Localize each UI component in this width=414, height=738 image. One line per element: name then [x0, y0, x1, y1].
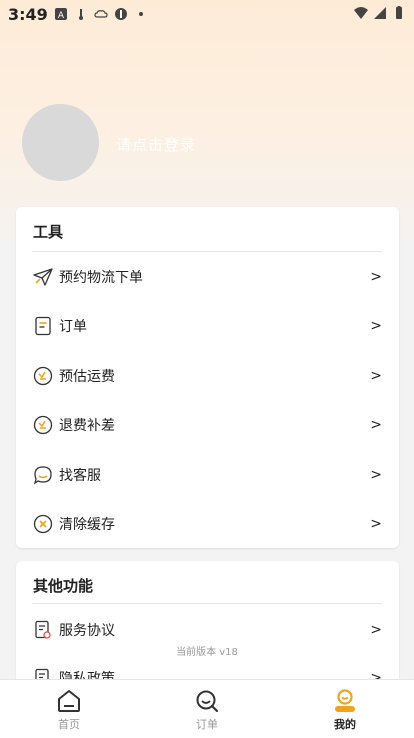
- signal-icon: [374, 7, 386, 19]
- tab-orders[interactable]: 订单: [167, 686, 247, 736]
- dot-icon: [139, 12, 143, 16]
- tab-label: 我的: [334, 718, 356, 731]
- status-bar: 3:49 A: [0, 0, 414, 30]
- chevron-right-icon: >: [370, 417, 382, 433]
- tool-item-label: 清除缓存: [59, 517, 115, 533]
- tab-mine[interactable]: 我的: [305, 686, 385, 736]
- chevron-right-icon: >: [370, 318, 382, 334]
- paper-plane-icon: [33, 268, 53, 286]
- chevron-right-icon: >: [370, 467, 382, 483]
- temperature-icon: [79, 9, 83, 20]
- tool-item-label: 订单: [59, 319, 87, 335]
- document-icon: [35, 316, 51, 336]
- tool-item-clear-cache[interactable]: 清除缓存 >: [16, 504, 399, 544]
- other-item-label: 服务协议: [59, 623, 115, 639]
- nfc-icon: [115, 8, 127, 20]
- bottom-tab-bar: 首页 订单 我的: [0, 679, 414, 738]
- avatar[interactable]: [22, 104, 99, 181]
- tool-item-refund[interactable]: 退费补差 >: [16, 405, 399, 445]
- version-text: 当前版本 v18: [176, 647, 238, 658]
- money-circle-icon: [33, 415, 53, 435]
- tool-item-book-logistics[interactable]: 预约物流下单 >: [16, 257, 399, 297]
- user-face-icon: [335, 689, 355, 712]
- tools-title: 工具: [33, 223, 64, 241]
- chat-bubble-icon: [33, 466, 52, 485]
- status-time: 3:49: [8, 5, 48, 24]
- svg-text:A: A: [58, 11, 65, 21]
- chevron-right-icon: >: [370, 622, 382, 638]
- divider: [33, 251, 382, 252]
- tool-item-estimate-freight[interactable]: 预估运费 >: [16, 356, 399, 396]
- weather-icon: [94, 10, 108, 18]
- tool-item-label: 预估运费: [59, 369, 115, 385]
- tool-item-customer-service[interactable]: 找客服 >: [16, 455, 399, 495]
- money-circle-icon: [33, 366, 53, 386]
- agreement-icon: [35, 620, 51, 639]
- search-orders-icon: [196, 690, 219, 713]
- home-icon: [58, 690, 80, 712]
- tool-item-label: 预约物流下单: [59, 270, 143, 286]
- battery-icon: [396, 6, 402, 19]
- tool-item-label: 退费补差: [59, 418, 115, 434]
- tab-label: 订单: [196, 718, 218, 731]
- chevron-right-icon: >: [370, 516, 382, 532]
- divider: [33, 603, 382, 604]
- tools-card: 工具 预约物流下单 > 订单 > 预估运费 > 退费补差 > 找客服 > 清除缓…: [16, 207, 399, 548]
- clear-circle-icon: [33, 514, 53, 534]
- tool-item-orders[interactable]: 订单 >: [16, 306, 399, 346]
- wifi-icon: [354, 7, 368, 19]
- tab-label: 首页: [58, 718, 80, 731]
- status-left-icons: A: [54, 7, 148, 21]
- login-prompt[interactable]: 请点击登录: [116, 134, 196, 155]
- tab-home[interactable]: 首页: [29, 686, 109, 736]
- keyboard-a-icon: A: [55, 8, 67, 21]
- tool-item-label: 找客服: [59, 468, 101, 484]
- other-title: 其他功能: [33, 577, 94, 595]
- chevron-right-icon: >: [370, 269, 382, 285]
- chevron-right-icon: >: [370, 368, 382, 384]
- status-right-icons: [354, 6, 406, 20]
- other-functions-card: 其他功能 服务协议 > 隐私政策 >: [16, 561, 399, 691]
